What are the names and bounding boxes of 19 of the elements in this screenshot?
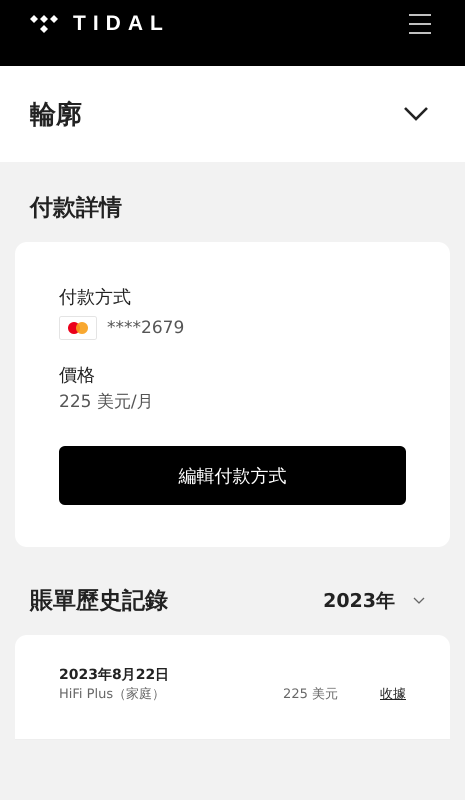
section-heading: 付款詳情: [28, 194, 123, 223]
receipt-link[interactable]: 收據: [380, 685, 406, 705]
section-heading: 賬單歷史記錄: [28, 587, 169, 616]
diamonds-logo-icon: [29, 13, 59, 35]
plan-name: HiFi Plus（家庭）: [59, 686, 166, 704]
logo-text: TIDAL: [73, 12, 170, 36]
year-dropdown[interactable]: 2023年: [323, 568, 425, 614]
menu-icon[interactable]: [408, 14, 432, 34]
field-label: 價格: [59, 364, 96, 388]
field-label: 付款方式: [59, 286, 132, 310]
chevron-icon[interactable]: [403, 106, 429, 122]
card-brand-icon: [59, 316, 97, 340]
card-number: ****2679: [107, 317, 184, 340]
amount-text: 225 美元: [283, 686, 338, 704]
billing-date: 2023年8月22日: [59, 666, 170, 685]
chevron-icon: [413, 597, 425, 605]
price-value: 225 美元/月: [59, 391, 155, 414]
section-title[interactable]: 輪廓: [30, 96, 82, 132]
edit-payment-button[interactable]: 編輯付款方式: [59, 446, 406, 505]
